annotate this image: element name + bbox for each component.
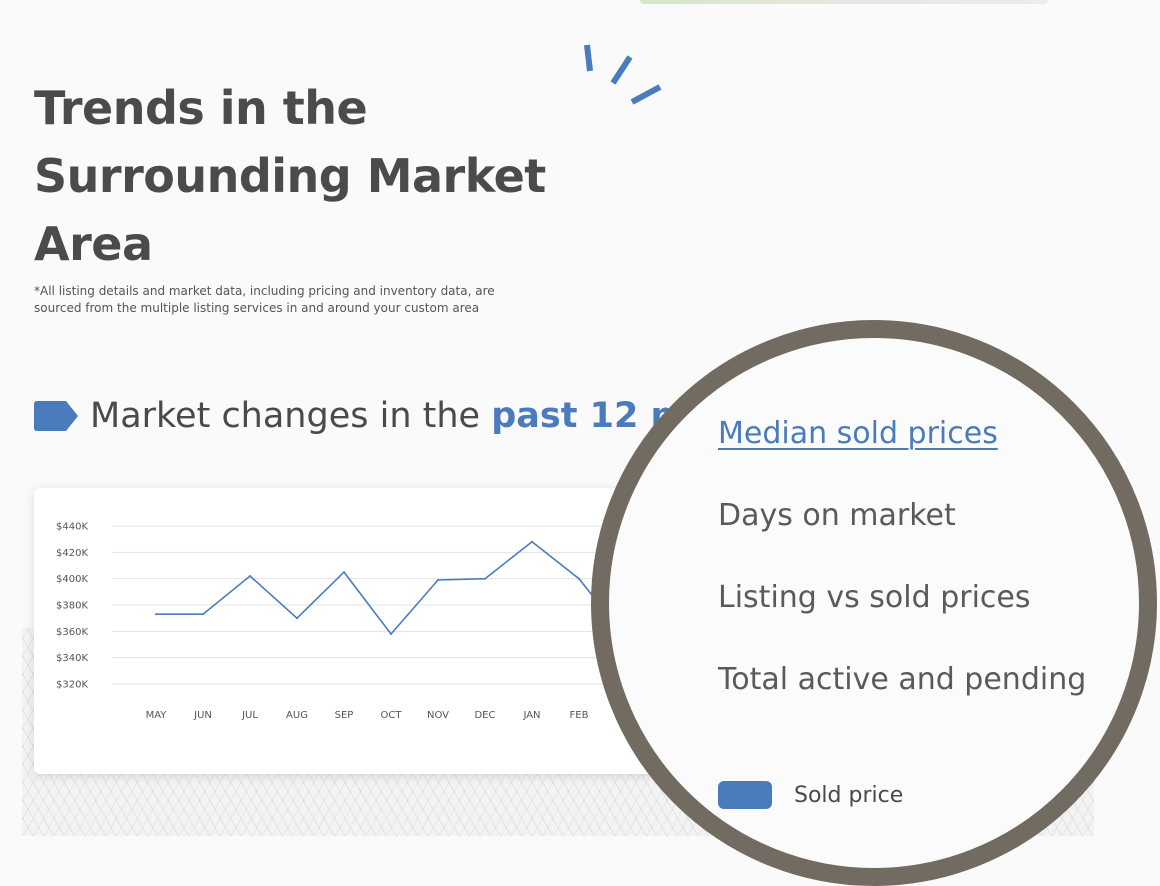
data-point [343, 571, 345, 574]
menu-item-total-active-and-pending[interactable]: Total active and pending [718, 644, 1086, 726]
x-tick-label: OCT [381, 710, 403, 721]
legend-label: Sold price [794, 782, 904, 808]
data-point [531, 540, 533, 543]
x-tick-label: DEC [474, 710, 495, 721]
menu-item-median-sold-prices[interactable]: Median sold prices [718, 398, 1086, 480]
section-heading-prefix: Market changes in the [90, 396, 492, 436]
data-point [390, 633, 392, 635]
y-tick-label: $380K [56, 601, 88, 612]
data-point [249, 575, 251, 577]
chart-legend: Sold price [718, 781, 903, 809]
x-tick-label: JAN [522, 710, 540, 721]
data-point [202, 613, 204, 616]
section-heading: Market changes in the past 12 m [34, 392, 694, 440]
data-point [155, 613, 157, 616]
data-point [484, 577, 486, 580]
magnifier-callout: Median sold prices Days on market Listin… [591, 320, 1157, 886]
y-tick-label: $400K [56, 574, 88, 585]
page-title: Trends in the Surrounding Market Area [34, 81, 546, 271]
y-tick-label: $320K [56, 680, 88, 691]
data-disclaimer: *All listing details and market data, in… [34, 284, 495, 315]
data-point [437, 579, 439, 581]
x-tick-label: JUL [241, 710, 258, 721]
sold-price-line-chart: $440K $420K $400K $380K $360K $340K $320K MAY JU… [56, 522, 634, 721]
x-tick-label: FEB [570, 710, 589, 721]
menu-item-days-on-market[interactable]: Days on market [718, 480, 1086, 562]
chart-metric-menu: Median sold prices Days on market Listin… [718, 398, 1086, 726]
data-point [578, 577, 580, 580]
x-tick-label: SEP [335, 710, 354, 721]
series-line-sold-price [156, 540, 627, 639]
x-tick-label: JUN [193, 710, 212, 721]
map-preview-strip [640, 0, 1048, 4]
menu-item-listing-vs-sold-prices[interactable]: Listing vs sold prices [718, 562, 1086, 644]
chart-card: $440K $420K $400K $380K $360K $340K $320K MAY JU… [34, 488, 674, 774]
y-tick-label: $360K [56, 627, 88, 638]
y-tick-label: $340K [56, 653, 88, 664]
x-tick-label: MAY [146, 710, 168, 721]
y-tick-label: $440K [56, 522, 88, 533]
tag-icon [34, 401, 78, 431]
y-tick-label: $420K [56, 548, 88, 559]
x-tick-label: NOV [427, 710, 449, 721]
legend-swatch [718, 781, 772, 809]
x-tick-label: AUG [286, 710, 308, 721]
data-point [296, 617, 298, 620]
